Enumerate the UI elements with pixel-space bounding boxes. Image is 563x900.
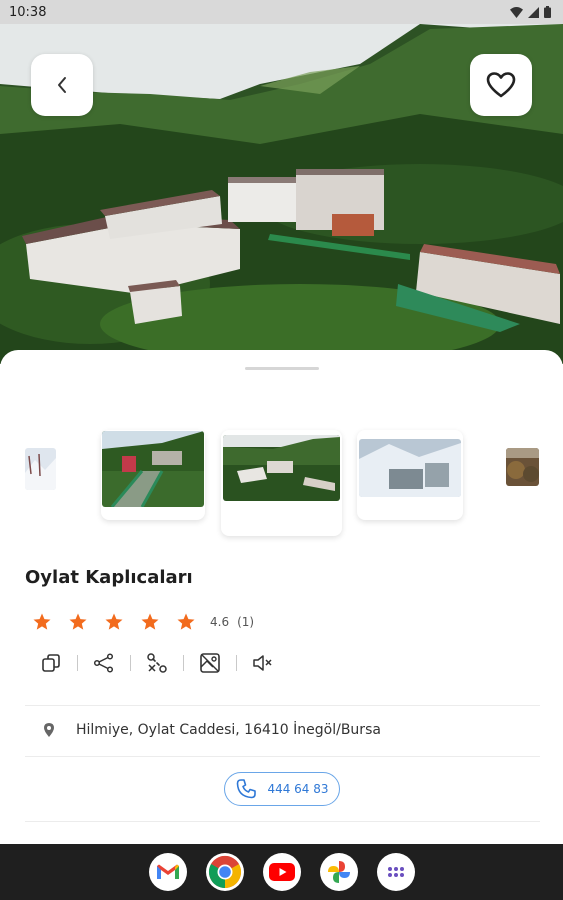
share-button[interactable] (91, 650, 117, 676)
status-icons (510, 6, 551, 18)
phone-icon (237, 779, 257, 799)
gallery-item[interactable] (25, 448, 56, 490)
route-icon (147, 653, 167, 673)
action-separator (77, 655, 78, 671)
rating-value: 4.6 (210, 615, 230, 629)
share-icon (93, 653, 114, 673)
star-icon (105, 613, 123, 630)
snow-landscape-thumbnail (25, 448, 56, 490)
star-icon (69, 613, 87, 630)
sheet-handle[interactable] (245, 367, 319, 370)
divider (25, 821, 540, 822)
snowy-hotel-thumbnail (359, 439, 461, 497)
star-icon (33, 613, 51, 630)
map-icon (200, 653, 220, 673)
app-drawer[interactable] (376, 853, 415, 891)
taskbar (0, 844, 563, 900)
app-drawer-icon (387, 867, 404, 877)
map-button[interactable] (197, 650, 223, 676)
photo-carousel[interactable] (0, 405, 563, 545)
status-bar: 10:38 (0, 0, 563, 24)
gallery-item[interactable] (101, 430, 205, 520)
hotel-aerial-thumbnail (223, 435, 340, 501)
star-icon (141, 613, 159, 630)
action-bar (38, 650, 276, 676)
address-row[interactable]: Hilmiye, Oylat Caddesi, 16410 İnegöl/Bur… (42, 722, 381, 738)
gmail-icon (156, 864, 179, 879)
gmail-app[interactable] (148, 853, 187, 891)
copy-icon (42, 654, 60, 672)
heart-outline-icon (486, 72, 516, 98)
divider (25, 756, 540, 757)
volume-mute-icon (253, 655, 272, 671)
location-pin-icon (44, 723, 54, 737)
battery-icon (544, 6, 551, 18)
hero-photo (0, 24, 563, 364)
action-separator (130, 655, 131, 671)
favorite-button[interactable] (470, 54, 532, 116)
directions-button[interactable] (144, 650, 170, 676)
gallery-item[interactable] (357, 430, 463, 520)
youtube-app[interactable] (262, 853, 301, 891)
action-separator (236, 655, 237, 671)
address-text: Hilmiye, Oylat Caddesi, 16410 İnegöl/Bur… (76, 722, 381, 738)
status-time: 10:38 (9, 4, 47, 20)
autumn-forest-thumbnail (506, 448, 539, 486)
phone-number: 444 64 83 (267, 782, 329, 796)
rating-row: 4.6 (1) (32, 612, 254, 632)
star-icon (177, 613, 195, 630)
walkway-bridge-thumbnail (102, 431, 204, 507)
mute-button[interactable] (250, 650, 276, 676)
youtube-icon (268, 863, 295, 881)
rating-count: (1) (237, 615, 255, 629)
back-button[interactable] (31, 54, 93, 116)
chevron-left-icon (58, 77, 66, 93)
copy-button[interactable] (38, 650, 64, 676)
action-separator (183, 655, 184, 671)
chrome-icon (208, 855, 241, 889)
chrome-app[interactable] (205, 853, 244, 891)
divider (25, 705, 540, 706)
photos-app[interactable] (319, 853, 358, 891)
call-button[interactable]: 444 64 83 (224, 772, 340, 806)
place-title: Oylat Kaplıcaları (25, 567, 193, 588)
gallery-item[interactable] (506, 448, 539, 486)
wifi-icon (510, 6, 523, 18)
photos-icon (327, 861, 350, 883)
signal-icon (528, 6, 539, 18)
gallery-item-selected[interactable] (221, 430, 342, 536)
detail-sheet: Oylat Kaplıcaları 4.6 (1) Hilmiye, Oylat… (0, 350, 563, 844)
